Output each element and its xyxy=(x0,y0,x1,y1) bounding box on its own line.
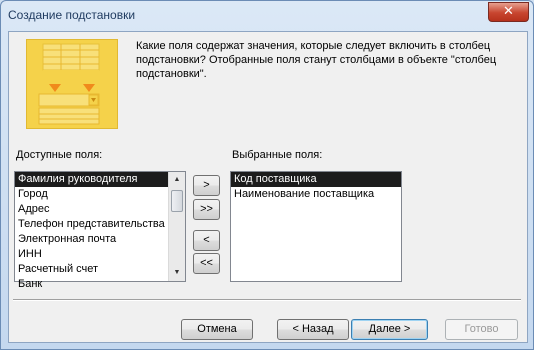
list-item[interactable]: Фамилия руководителя xyxy=(15,172,185,187)
list-item[interactable]: ИНН xyxy=(15,247,185,262)
close-button[interactable]: ✕ xyxy=(488,2,529,22)
instruction-text: Какие поля содержат значения, которые сл… xyxy=(136,40,497,80)
list-item[interactable]: Банк xyxy=(15,277,185,292)
remove-field-button[interactable]: < xyxy=(193,230,220,251)
scroll-up-arrow-icon[interactable]: ▲ xyxy=(169,172,185,188)
close-icon: ✕ xyxy=(503,4,514,19)
dialog-body: Какие поля содержат значения, которые сл… xyxy=(8,31,528,343)
selected-fields-items: Код поставщика Наименование поставщика xyxy=(231,172,401,202)
list-item[interactable]: Телефон представительства xyxy=(15,217,185,232)
list-item[interactable]: Электронная почта xyxy=(15,232,185,247)
list-item[interactable]: Адрес xyxy=(15,202,185,217)
add-field-button[interactable]: > xyxy=(193,175,220,196)
separator-line xyxy=(13,299,521,301)
lookup-wizard-illustration xyxy=(26,39,118,129)
window-title: Создание подстановки xyxy=(8,8,136,22)
list-item[interactable]: Расчетный счет xyxy=(15,262,185,277)
finish-button: Готово xyxy=(445,319,518,340)
available-fields-items: Фамилия руководителя Город Адрес Телефон пр… xyxy=(15,172,185,292)
available-fields-listbox[interactable]: Фамилия руководителя Город Адрес Телефон пр… xyxy=(14,171,186,290)
add-all-fields-button[interactable]: >> xyxy=(193,199,220,220)
selected-fields-listbox[interactable]: Код поставщика Наименование поставщика xyxy=(230,171,402,282)
cancel-button[interactable]: Отмена xyxy=(181,319,253,340)
available-fields-label: Доступные поля: xyxy=(16,149,103,161)
list-item[interactable]: Наименование поставщика xyxy=(231,187,401,202)
remove-all-fields-button[interactable]: << xyxy=(193,253,220,274)
available-fields-scrollbar[interactable]: ▲ ▼ xyxy=(168,172,185,281)
list-item[interactable]: Город xyxy=(15,187,185,202)
list-item[interactable]: Код поставщика xyxy=(231,172,401,187)
wizard-window: Создание подстановки ✕ Какие поля содерж… xyxy=(0,0,534,350)
selected-fields-label: Выбранные поля: xyxy=(232,149,323,161)
scroll-down-arrow-icon[interactable]: ▼ xyxy=(169,265,185,281)
title-bar[interactable]: Создание подстановки ✕ xyxy=(1,1,533,31)
next-button[interactable]: Далее > xyxy=(351,319,428,340)
table-to-combobox-icon xyxy=(38,43,100,125)
scroll-thumb[interactable] xyxy=(171,190,183,212)
back-button[interactable]: < Назад xyxy=(277,319,349,340)
